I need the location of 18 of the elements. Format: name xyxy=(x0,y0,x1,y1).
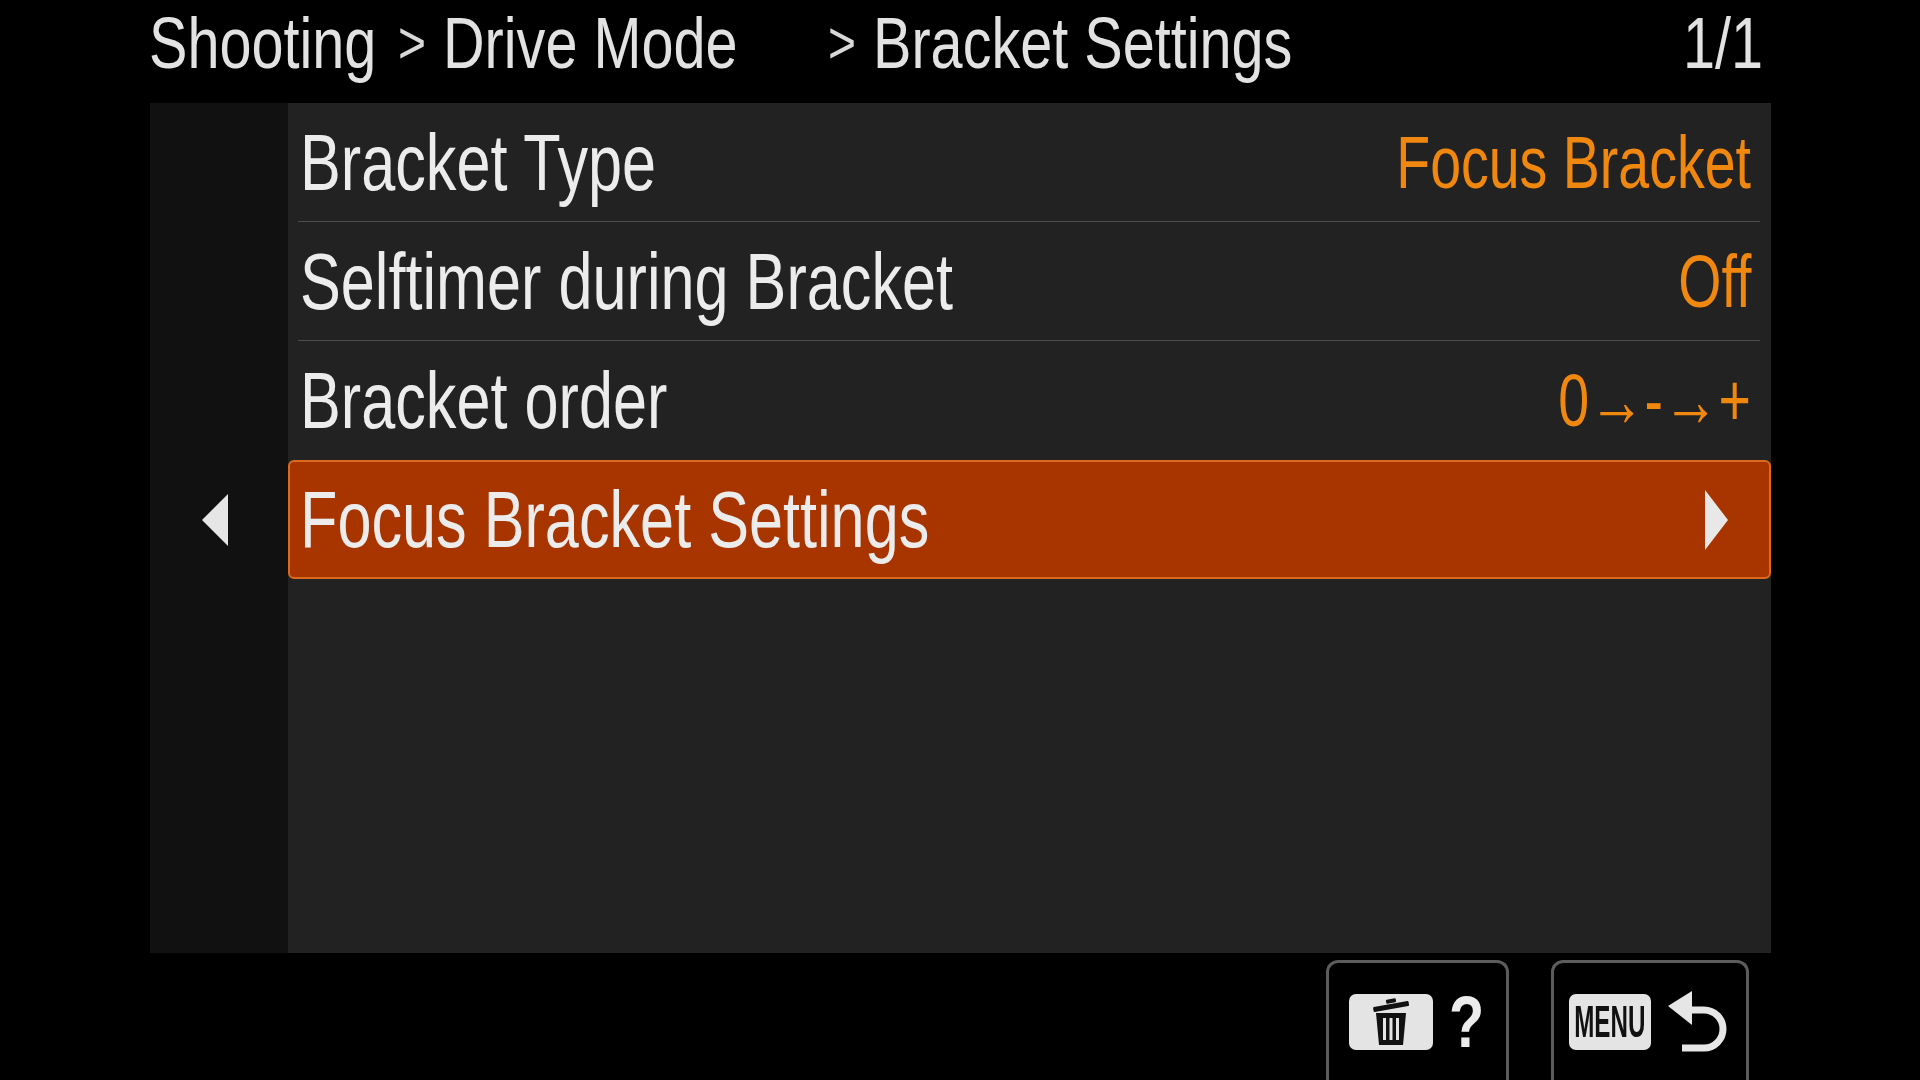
breadcrumb-item: Drive Mode xyxy=(443,6,738,79)
setting-value: 0→-→+ xyxy=(1558,363,1751,438)
setting-label: Bracket order xyxy=(300,360,668,441)
delete-help-button[interactable]: ? xyxy=(1326,960,1509,1080)
menu-item[interactable]: Bracket Type Focus Bracket xyxy=(288,103,1771,222)
breadcrumb-separator: > xyxy=(398,12,427,73)
page-indicator: 1/1 xyxy=(1682,6,1763,79)
menu-back-button[interactable]: MENU xyxy=(1551,960,1749,1080)
setting-value: Off xyxy=(1678,244,1751,319)
menu-item[interactable]: Selftimer during Bracket Off xyxy=(288,222,1771,341)
trash-icon xyxy=(1349,993,1433,1050)
caret-right-icon xyxy=(1705,489,1728,550)
setting-value: Focus Bracket xyxy=(1396,125,1751,200)
menu-item[interactable]: Focus Bracket Settings xyxy=(288,460,1771,579)
caret-left-icon xyxy=(202,493,228,546)
menu-key-label: MENU xyxy=(1569,993,1651,1050)
menu-item[interactable]: Bracket order 0→-→+ xyxy=(288,341,1771,460)
breadcrumb-separator: > xyxy=(828,12,857,73)
